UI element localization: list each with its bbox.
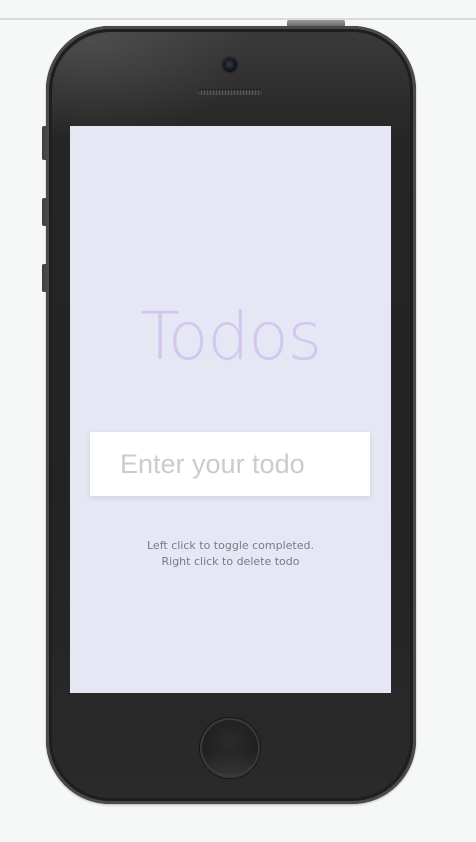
help-line-delete: Right click to delete todo [161, 555, 300, 568]
top-divider [0, 18, 476, 20]
help-line-toggle: Left click to toggle completed. [147, 539, 314, 552]
app-screen: Todos Left click to toggle completed. Ri… [70, 126, 391, 693]
camera-icon [223, 58, 237, 72]
speaker-grille [198, 89, 262, 95]
help-text: Left click to toggle completed. Right cl… [70, 538, 391, 570]
app-title: Todos [139, 298, 322, 375]
phone-frame: Todos Left click to toggle completed. Ri… [46, 26, 416, 804]
home-button-icon[interactable] [200, 718, 260, 778]
page: Todos Left click to toggle completed. Ri… [0, 0, 476, 842]
todo-input[interactable] [90, 432, 370, 496]
